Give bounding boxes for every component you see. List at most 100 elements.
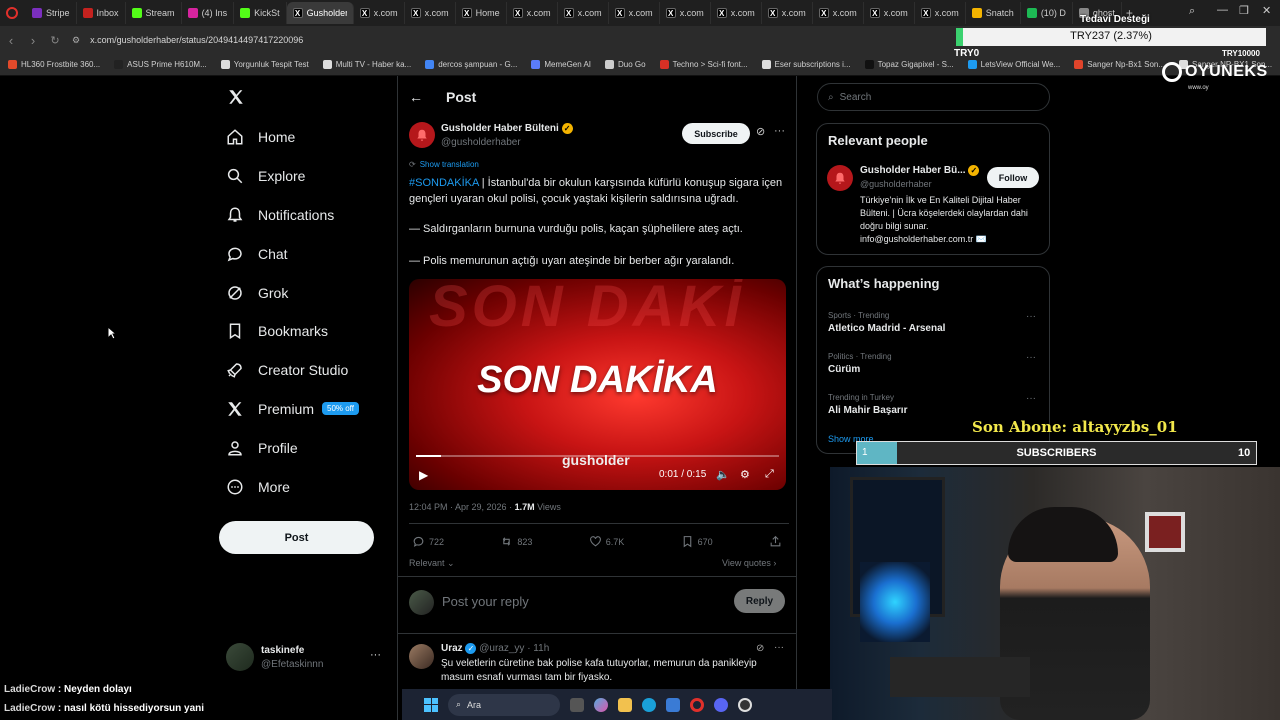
account-more-icon[interactable]: ···: [370, 649, 381, 661]
repost-stat[interactable]: 823: [500, 535, 532, 548]
trend-more-icon[interactable]: ···: [1026, 311, 1036, 322]
sidebar-item-chat[interactable]: Chat: [226, 245, 288, 263]
store-icon[interactable]: [666, 697, 680, 712]
show-translation-link[interactable]: Show translation: [420, 160, 479, 169]
play-icon[interactable]: ▶: [419, 468, 428, 482]
comment-grok-icon[interactable]: ⊘: [756, 643, 764, 654]
volume-icon[interactable]: 🔈: [716, 468, 730, 481]
browser-tab[interactable]: Xx.com: [609, 2, 660, 24]
browser-tab[interactable]: Xx.com: [354, 2, 405, 24]
person-avatar[interactable]: [827, 165, 853, 191]
post-button[interactable]: Post: [219, 521, 374, 554]
edge-icon[interactable]: [642, 697, 656, 712]
opera-icon[interactable]: [690, 697, 704, 712]
video-progress-track[interactable]: [416, 455, 779, 457]
comment-avatar[interactable]: [409, 644, 434, 669]
account-switcher[interactable]: taskinefe @Efetaskinnn ···: [226, 643, 386, 673]
restore-icon[interactable]: ❐: [1239, 4, 1249, 17]
person-name[interactable]: Gusholder Haber Bü...: [860, 165, 966, 176]
reload-icon[interactable]: ↻: [44, 34, 66, 47]
bookmark-item[interactable]: Duo Go: [605, 60, 646, 69]
browser-tab[interactable]: Xx.com: [558, 2, 609, 24]
comment-more-icon[interactable]: ···: [774, 642, 784, 653]
person-handle[interactable]: @gusholderhaber: [860, 179, 932, 189]
file-explorer-icon[interactable]: [618, 697, 632, 712]
taskbar-search[interactable]: ⌕ Ara: [448, 693, 560, 716]
browser-tab[interactable]: Xx.com: [507, 2, 558, 24]
post-more-icon[interactable]: ···: [774, 125, 785, 137]
bookmark-item[interactable]: Eser subscriptions i...: [761, 60, 851, 69]
back-arrow-icon[interactable]: ←: [409, 89, 423, 105]
browser-tab[interactable]: Xx.com: [405, 2, 456, 24]
bookmark-item[interactable]: Topaz Gigapixel - S...: [864, 60, 954, 69]
sidebar-item-creator-studio[interactable]: Creator Studio: [226, 361, 348, 379]
browser-tab[interactable]: X Home: [456, 2, 507, 24]
windows-start-icon[interactable]: [424, 697, 438, 712]
sidebar-item-profile[interactable]: Profile: [226, 439, 298, 457]
reply-button[interactable]: Reply: [734, 589, 785, 613]
discord-icon[interactable]: [714, 697, 728, 712]
sidebar-item-grok[interactable]: Grok: [226, 284, 288, 302]
post-timestamp[interactable]: 12:04 PM · Apr 29, 2026 ·: [409, 502, 515, 512]
bookmark-item[interactable]: Multi TV - Haber ka...: [322, 60, 411, 69]
trend-item[interactable]: Trending in Turkey Ali Mahir Başarır ···: [828, 393, 1040, 416]
trend-more-icon[interactable]: ···: [1026, 352, 1036, 363]
minimize-icon[interactable]: —: [1217, 4, 1228, 16]
browser-tab[interactable]: (4) Ins: [182, 2, 235, 24]
author-handle[interactable]: @gusholderhaber: [441, 137, 521, 148]
obs-icon[interactable]: [738, 697, 752, 712]
browser-tab[interactable]: Inbox: [77, 2, 126, 24]
browser-tab[interactable]: Xx.com: [660, 2, 711, 24]
browser-tab[interactable]: Stream: [126, 2, 182, 24]
bookmark-item[interactable]: HL360 Frostbite 360...: [8, 60, 100, 69]
view-quotes-link[interactable]: View quotes ›: [722, 558, 776, 568]
sidebar-item-premium[interactable]: Premium: [226, 400, 314, 418]
sidebar-item-explore[interactable]: Explore: [226, 167, 305, 185]
reply-input[interactable]: Post your reply: [442, 594, 529, 609]
like-stat[interactable]: 6.7K: [589, 535, 624, 548]
video-player[interactable]: SON DAKİ SON DAKİKA gusholder ▶ 0:01 / 0…: [409, 279, 786, 490]
author-name[interactable]: Gusholder Haber Bülteni: [441, 123, 559, 134]
trend-item[interactable]: Sports · Trending Atletico Madrid - Arsen…: [828, 311, 1040, 334]
url-field[interactable]: x.com/gusholderhaber/status/204941449741…: [90, 35, 303, 45]
sidebar-item-bookmarks[interactable]: Bookmarks: [226, 322, 328, 340]
browser-tab[interactable]: Snatch: [966, 2, 1021, 24]
sidebar-item-notifications[interactable]: Notifications: [226, 206, 334, 224]
task-view-icon[interactable]: [570, 697, 584, 712]
author-avatar[interactable]: [409, 122, 435, 148]
bookmark-item[interactable]: Yorgunluk Tespit Test: [220, 60, 309, 69]
comment-time[interactable]: · 11h: [527, 643, 549, 654]
browser-tab[interactable]: Xx.com: [864, 2, 915, 24]
forward-icon[interactable]: ›: [22, 33, 44, 48]
follow-button[interactable]: Follow: [987, 167, 1039, 188]
browser-tab[interactable]: (10) D: [1021, 2, 1073, 24]
search-tabs-icon[interactable]: ⌕: [1189, 5, 1195, 18]
search-box[interactable]: ⌕ Search: [817, 83, 1050, 111]
trend-more-icon[interactable]: ···: [1026, 393, 1036, 404]
bookmark-item[interactable]: ASUS Prime H610M...: [114, 60, 207, 69]
grok-icon[interactable]: ⊘: [756, 125, 765, 138]
sidebar-item-more[interactable]: More: [226, 478, 290, 496]
close-window-icon[interactable]: ✕: [1262, 4, 1271, 17]
bookmark-item[interactable]: MemeGen AI: [531, 60, 591, 69]
fullscreen-icon[interactable]: ⤢: [765, 468, 774, 481]
browser-tab[interactable]: Xx.com: [762, 2, 813, 24]
browser-tab[interactable]: Xx.com: [915, 2, 966, 24]
bookmark-item[interactable]: dercos şampuan - G...: [425, 60, 517, 69]
sidebar-item-home[interactable]: Home: [226, 128, 295, 146]
trend-item[interactable]: Politics · Trending Cürüm ···: [828, 352, 1040, 375]
bookmark-stat[interactable]: 670: [681, 535, 713, 548]
x-logo-icon[interactable]: [227, 88, 245, 111]
browser-tab[interactable]: KickSt: [234, 2, 287, 24]
settings-icon[interactable]: ⚙: [740, 468, 750, 481]
browser-tab[interactable]: XGusholder H: [286, 2, 354, 24]
bookmark-item[interactable]: Techno > Sci-fi font...: [659, 60, 748, 69]
browser-tab[interactable]: Xx.com: [813, 2, 864, 24]
sort-replies-dropdown[interactable]: Relevant ⌄: [409, 558, 455, 569]
site-info-icon[interactable]: ⚙: [72, 35, 80, 46]
copilot-icon[interactable]: [594, 697, 608, 712]
reply-stat[interactable]: 722: [412, 535, 444, 548]
comment-author-handle[interactable]: @uraz_yy: [479, 643, 524, 654]
opera-logo-icon[interactable]: [6, 7, 18, 19]
browser-tab[interactable]: Stripe: [26, 2, 77, 24]
